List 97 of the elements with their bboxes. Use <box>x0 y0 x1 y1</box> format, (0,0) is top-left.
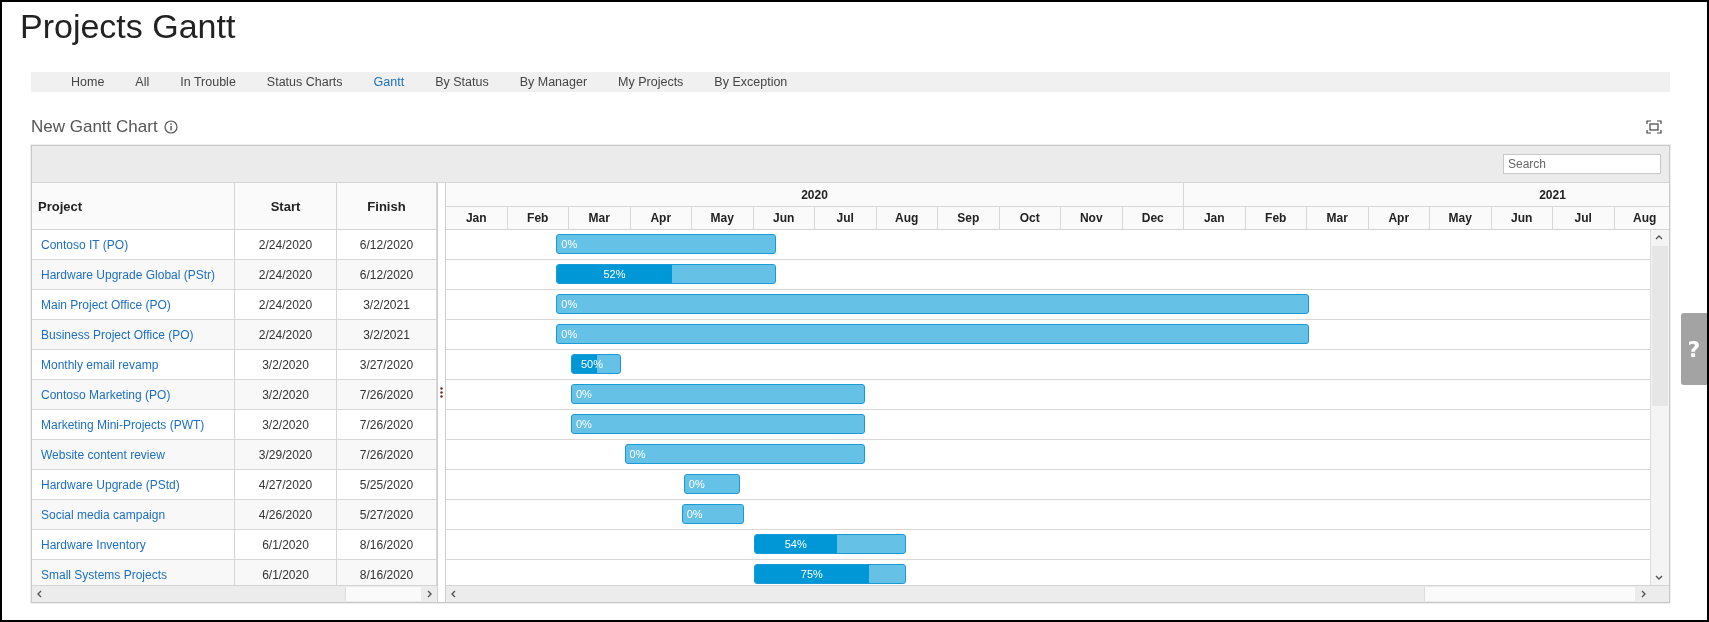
finish-date: 3/2/2021 <box>337 290 437 319</box>
month-header: Feb <box>1245 207 1307 229</box>
finish-date: 8/16/2020 <box>337 530 437 559</box>
month-header: May <box>1430 207 1492 229</box>
month-header: Sep <box>938 207 1000 229</box>
scrollbar-thumb[interactable] <box>1652 246 1668 406</box>
finish-date: 5/27/2020 <box>337 500 437 529</box>
project-link[interactable]: Marketing Mini-Projects (PWT) <box>41 417 205 432</box>
nav-tab[interactable]: By Manager <box>519 75 588 89</box>
finish-date: 6/12/2020 <box>337 230 437 259</box>
month-header: Oct <box>999 207 1061 229</box>
project-link[interactable]: Contoso IT (PO) <box>41 237 129 252</box>
progress-label: 0% <box>688 477 705 492</box>
finish-date: 3/2/2021 <box>337 320 437 349</box>
column-header[interactable]: Finish <box>337 183 437 229</box>
start-date: 4/27/2020 <box>235 470 337 499</box>
progress-label: 0% <box>575 387 592 402</box>
nav-tab[interactable]: Gantt <box>373 75 405 89</box>
month-header: Jul <box>1553 207 1615 229</box>
month-header: Aug <box>1614 207 1669 229</box>
month-header: Jan <box>446 207 508 229</box>
start-date: 6/1/2020 <box>235 530 337 559</box>
drag-dots-icon <box>440 387 443 398</box>
month-header: Jun <box>1491 207 1553 229</box>
finish-date: 7/26/2020 <box>337 380 437 409</box>
start-date: 2/24/2020 <box>235 230 337 259</box>
project-link[interactable]: Business Project Office (PO) <box>41 327 194 342</box>
scrollbar-thumb[interactable] <box>345 587 421 601</box>
horizontal-scrollbar[interactable] <box>32 585 437 602</box>
start-date: 2/24/2020 <box>235 260 337 289</box>
project-link[interactable]: Hardware Upgrade Global (PStr) <box>41 267 216 282</box>
project-link[interactable]: Website content review <box>41 447 165 462</box>
gantt-bar[interactable]: 50% <box>570 354 621 374</box>
finish-date: 7/26/2020 <box>337 410 437 439</box>
horizontal-scrollbar[interactable] <box>446 585 1669 602</box>
progress-label: 0% <box>561 297 578 312</box>
project-link[interactable]: Hardware Inventory <box>41 537 146 552</box>
progress-label: 54% <box>783 537 808 552</box>
project-link[interactable]: Monthly email revamp <box>41 357 159 372</box>
progress-label: 52% <box>602 267 627 282</box>
month-header: Mar <box>569 207 631 229</box>
start-date: 3/2/2020 <box>235 410 337 439</box>
start-date: 2/24/2020 <box>235 320 337 349</box>
project-link[interactable]: Social media campaign <box>41 507 166 522</box>
start-date: 3/29/2020 <box>235 440 337 469</box>
splitter-handle[interactable] <box>438 183 446 602</box>
nav-tab[interactable]: My Projects <box>618 75 684 89</box>
start-date: 3/2/2020 <box>235 350 337 379</box>
month-header: Mar <box>1307 207 1369 229</box>
search-field[interactable]: Search <box>1503 154 1661 174</box>
progress-label: 0% <box>561 237 578 252</box>
month-header: Jun <box>753 207 815 229</box>
column-header[interactable]: Start <box>235 183 337 229</box>
month-header: Dec <box>1122 207 1184 229</box>
finish-date: 7/26/2020 <box>337 440 437 469</box>
project-link[interactable]: Small Systems Projects <box>41 567 168 582</box>
start-date: 3/2/2020 <box>235 380 337 409</box>
month-header: Nov <box>1061 207 1123 229</box>
nav-tab[interactable]: Home <box>71 75 105 89</box>
nav-tab[interactable]: In Trouble <box>180 75 236 89</box>
project-link[interactable]: Main Project Office (PO) <box>41 297 171 312</box>
scrollbar-thumb[interactable] <box>1424 587 1635 601</box>
progress-label: 0% <box>575 417 592 432</box>
month-header: Jan <box>1184 207 1246 229</box>
progress-label: 0% <box>686 507 703 522</box>
progress-label: 0% <box>561 327 578 342</box>
project-link[interactable]: Hardware Upgrade (PStd) <box>41 477 180 492</box>
project-link[interactable]: Contoso Marketing (PO) <box>41 387 171 402</box>
finish-date: 3/27/2020 <box>337 350 437 379</box>
vertical-scrollbar[interactable] <box>1650 230 1669 585</box>
nav-tab[interactable]: Status Charts <box>266 75 343 89</box>
month-header: Apr <box>630 207 692 229</box>
info-icon[interactable] <box>163 120 178 134</box>
month-header: May <box>692 207 754 229</box>
fullscreen-icon[interactable] <box>1646 120 1662 134</box>
year-header: 2020 <box>446 183 1184 206</box>
nav-tab[interactable]: By Exception <box>714 75 788 89</box>
month-header: Aug <box>876 207 938 229</box>
progress-label: 75% <box>799 567 824 582</box>
start-date: 2/24/2020 <box>235 290 337 319</box>
nav-tab[interactable]: All <box>135 75 150 89</box>
finish-date: 6/12/2020 <box>337 260 437 289</box>
gantt-bar[interactable]: 75% <box>753 564 907 584</box>
month-header: Jul <box>815 207 877 229</box>
month-header: Feb <box>507 207 569 229</box>
start-date: 4/26/2020 <box>235 500 337 529</box>
year-header: 2021 <box>1184 183 1669 206</box>
chart-title: New Gantt Chart <box>31 117 158 137</box>
column-header[interactable]: Project <box>32 183 235 229</box>
gantt-bar[interactable]: 54% <box>753 534 907 554</box>
month-header: Apr <box>1368 207 1430 229</box>
nav-tab[interactable]: By Status <box>435 75 489 89</box>
page-title: Projects Gantt <box>20 6 236 47</box>
gantt-bar[interactable]: 52% <box>556 264 777 284</box>
progress-label: 0% <box>629 447 646 462</box>
finish-date: 5/25/2020 <box>337 470 437 499</box>
progress-label: 50% <box>579 357 604 372</box>
